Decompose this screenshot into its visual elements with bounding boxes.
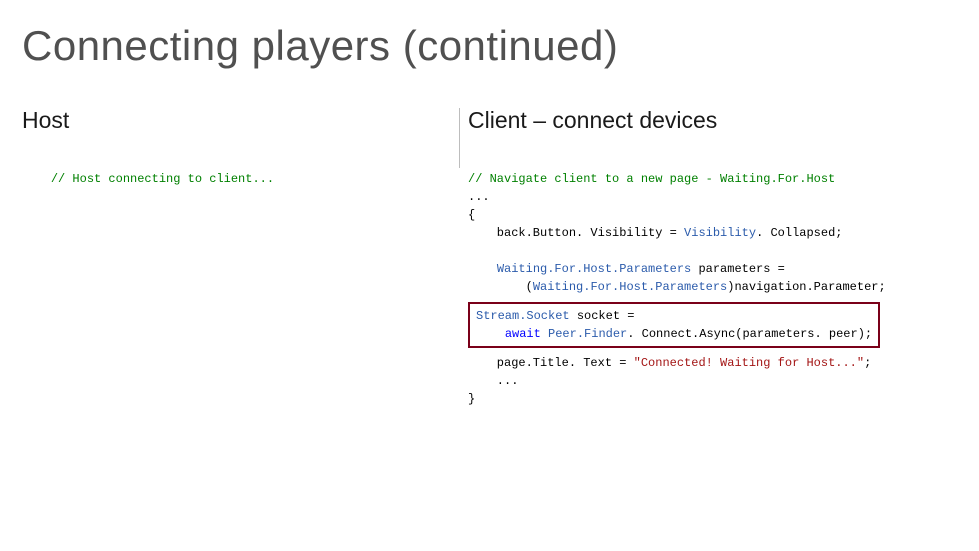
code-ellipsis: ... <box>468 190 490 204</box>
host-column: Host // Host connecting to client... <box>22 107 452 206</box>
code-line-socket-decl: Stream.Socket socket = <box>476 309 634 323</box>
code-ellipsis-inner: ... <box>468 374 518 388</box>
client-code-comment: // Navigate client to a new page - Waiti… <box>468 172 835 186</box>
host-code-block: // Host connecting to client... <box>22 152 452 206</box>
highlighted-code-box: Stream.Socket socket = await Peer.Finder… <box>468 302 880 348</box>
code-line-await-connect: await Peer.Finder. Connect.Async(paramet… <box>476 327 872 341</box>
code-line-pagetitle: page.Title. Text = "Connected! Waiting f… <box>468 356 871 370</box>
host-code-comment: // Host connecting to client... <box>51 172 274 186</box>
code-open-brace: { <box>468 208 475 222</box>
column-divider <box>459 108 460 168</box>
code-line-params-decl: Waiting.For.Host.Parameters parameters = <box>468 262 785 276</box>
host-heading: Host <box>22 107 452 134</box>
client-column: Client – connect devices // Navigate cli… <box>468 107 958 426</box>
code-close-brace: } <box>468 392 475 406</box>
code-line-params-cast: (Waiting.For.Host.Parameters)navigation.… <box>468 280 886 294</box>
slide-title: Connecting players (continued) <box>22 22 618 70</box>
client-code-block: // Navigate client to a new page - Waiti… <box>468 152 958 426</box>
code-line-visibility: back.Button. Visibility = Visibility. Co… <box>468 226 842 240</box>
client-heading: Client – connect devices <box>468 107 958 134</box>
